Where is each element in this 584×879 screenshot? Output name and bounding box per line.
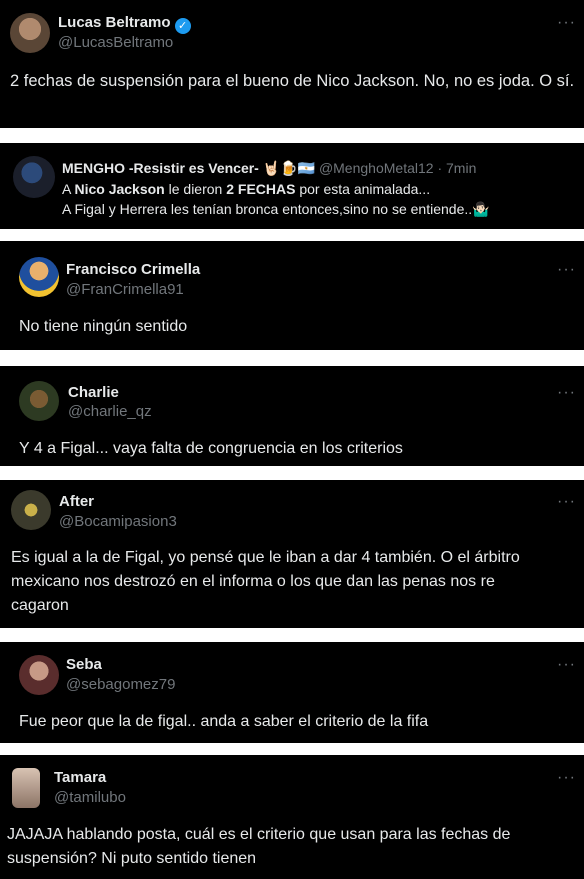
reply-text-line: Y 4 a Figal... vaya falta de congruencia… bbox=[19, 440, 403, 457]
author-name[interactable]: After bbox=[59, 493, 94, 510]
reply-card[interactable]: Seba @sebagomez79 ··· Fue peor que la de… bbox=[0, 642, 584, 743]
quoted-emoji: 🤘🏻🍺🇦🇷 bbox=[262, 160, 316, 176]
quoted-time[interactable]: · 7min bbox=[437, 160, 476, 176]
avatar[interactable] bbox=[12, 768, 40, 808]
reply-text-line: JAJAJA hablando posta, cuál es el criter… bbox=[7, 826, 511, 843]
quoted-avatar[interactable] bbox=[13, 156, 55, 198]
quoted-text-line-1: A Nico Jackson le dieron 2 FECHAS por es… bbox=[62, 179, 430, 199]
author-name[interactable]: Francisco Crimella bbox=[66, 261, 200, 278]
quoted-text-pre: A bbox=[62, 181, 75, 197]
reply-text-line: Es igual a la de Figal, yo pensé que le … bbox=[11, 549, 520, 566]
quoted-header: MENGHO -Resistir es Vencer- 🤘🏻🍺🇦🇷 @Mengh… bbox=[62, 158, 476, 178]
quoted-text-line-2: A Figal y Herrera les tenían bronca ento… bbox=[62, 201, 490, 217]
more-options-icon[interactable]: ··· bbox=[557, 656, 576, 674]
author-name[interactable]: Charlie bbox=[68, 384, 119, 401]
reply-text: No tiene ningún sentido bbox=[19, 315, 187, 338]
quoted-text-dates: 2 FECHAS bbox=[226, 181, 296, 197]
avatar[interactable] bbox=[10, 13, 50, 53]
quoted-text-player: Nico Jackson bbox=[74, 181, 165, 197]
reply-text-line: cagaron bbox=[11, 597, 69, 614]
reply-text-line: No tiene ningún sentido bbox=[19, 318, 188, 335]
avatar[interactable] bbox=[19, 655, 59, 695]
author-handle[interactable]: @charlie_qz bbox=[68, 403, 152, 420]
author-handle[interactable]: @LucasBeltramo bbox=[58, 34, 173, 51]
reply-card[interactable]: After @Bocamipasion3 ··· Es igual a la d… bbox=[0, 480, 584, 628]
more-options-icon[interactable]: ··· bbox=[557, 493, 576, 511]
author-handle[interactable]: @sebagomez79 bbox=[66, 676, 175, 693]
reply-text: Es igual a la de Figal, yo pensé que le … bbox=[11, 546, 520, 618]
quoted-text-mid: le dieron bbox=[164, 181, 227, 197]
author-name[interactable]: Seba bbox=[66, 656, 102, 673]
avatar[interactable] bbox=[11, 490, 51, 530]
more-options-icon[interactable]: ··· bbox=[557, 14, 576, 32]
author-name-text: Lucas Beltramo bbox=[58, 14, 171, 31]
quoted-handle[interactable]: @MenghoMetal12 bbox=[319, 160, 434, 176]
reply-card[interactable]: Tamara @tamilubo ··· JAJAJA hablando pos… bbox=[0, 755, 584, 879]
quoted-text-post: por esta animalada... bbox=[295, 181, 431, 197]
tweet-text: 2 fechas de suspensión para el bueno de … bbox=[10, 72, 575, 90]
quoted-author-name[interactable]: MENGHO -Resistir es Vencer- bbox=[62, 160, 259, 176]
reply-card[interactable]: Francisco Crimella @FranCrimella91 ··· N… bbox=[0, 241, 584, 350]
author-name[interactable]: Tamara bbox=[54, 769, 106, 786]
quoted-tweet-card[interactable]: MENGHO -Resistir es Vencer- 🤘🏻🍺🇦🇷 @Mengh… bbox=[0, 143, 584, 229]
more-options-icon[interactable]: ··· bbox=[557, 384, 576, 402]
author-name[interactable]: Lucas Beltramo ✓ bbox=[58, 14, 191, 34]
author-handle[interactable]: @FranCrimella91 bbox=[66, 281, 184, 298]
more-options-icon[interactable]: ··· bbox=[557, 261, 576, 279]
avatar[interactable] bbox=[19, 257, 59, 297]
author-handle[interactable]: @Bocamipasion3 bbox=[59, 513, 177, 530]
main-tweet-card[interactable]: Lucas Beltramo ✓ @LucasBeltramo ··· 2 fec… bbox=[0, 0, 584, 128]
more-options-icon[interactable]: ··· bbox=[557, 769, 576, 787]
reply-text-line: mexicano nos destrozó en el informa o lo… bbox=[11, 573, 495, 590]
reply-text: Fue peor que la de figal.. anda a saber … bbox=[19, 710, 428, 733]
reply-text: JAJAJA hablando posta, cuál es el criter… bbox=[7, 823, 510, 871]
avatar[interactable] bbox=[19, 381, 59, 421]
reply-text-line: suspensión? Ni puto sentido tienen bbox=[7, 850, 257, 867]
reply-text: Y 4 a Figal... vaya falta de congruencia… bbox=[19, 437, 403, 460]
author-handle[interactable]: @tamilubo bbox=[54, 789, 126, 806]
reply-card[interactable]: Charlie @charlie_qz ··· Y 4 a Figal... v… bbox=[0, 366, 584, 466]
reply-text-line: Fue peor que la de figal.. anda a saber … bbox=[19, 713, 429, 730]
verified-badge-icon: ✓ bbox=[174, 18, 191, 34]
